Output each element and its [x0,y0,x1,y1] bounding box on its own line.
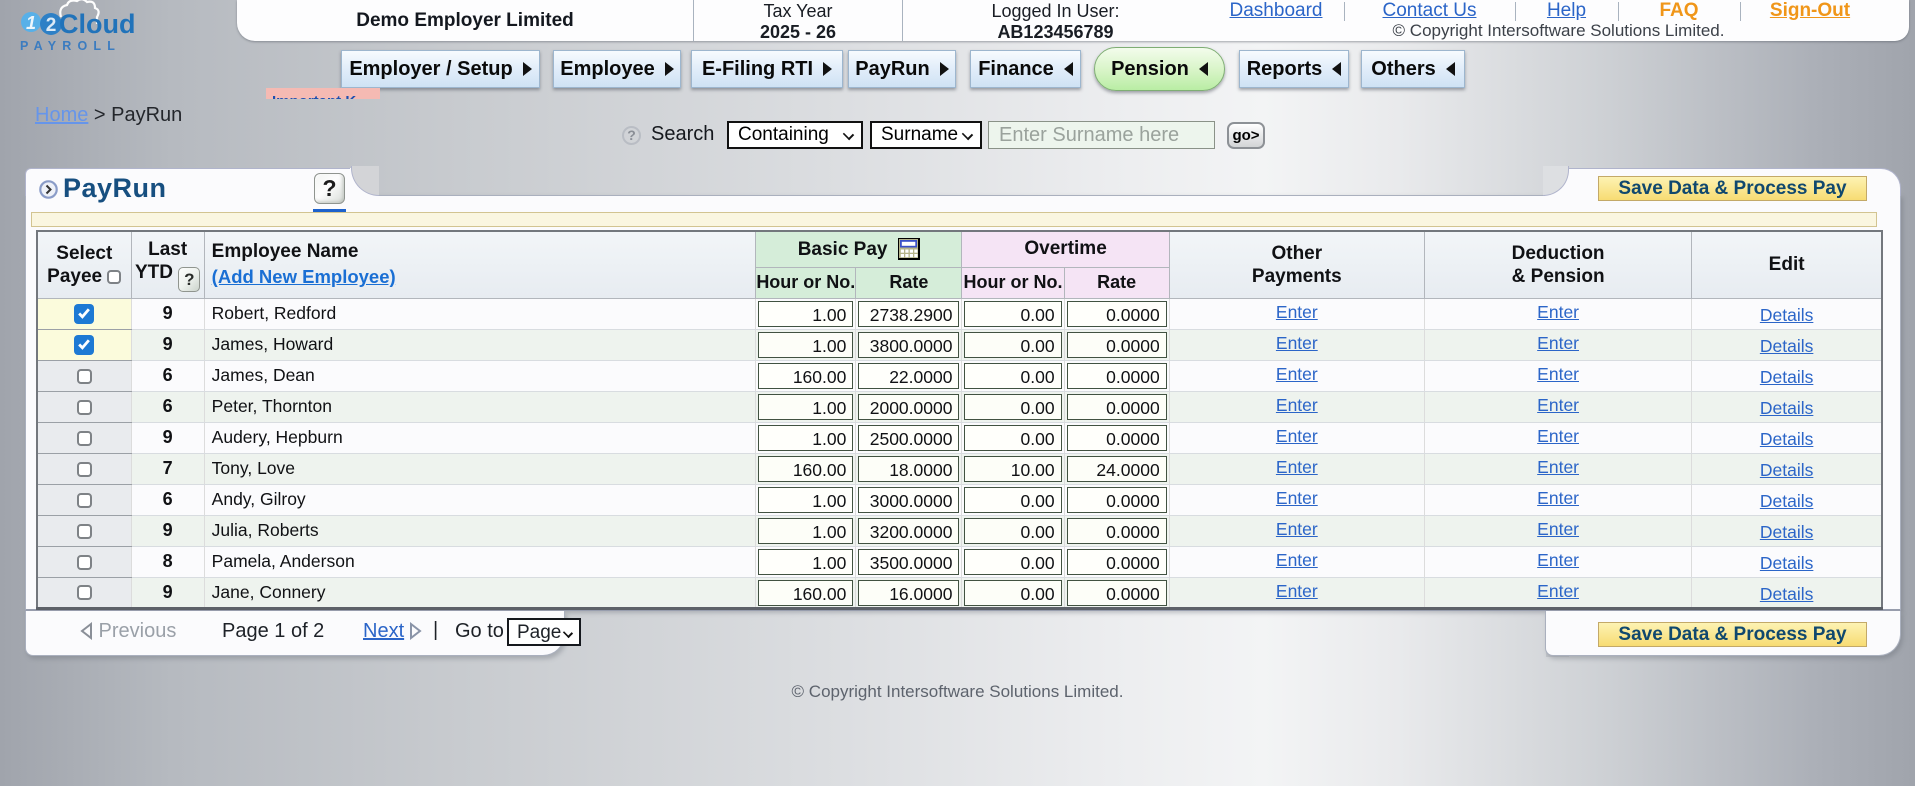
svg-text:Cloud: Cloud [59,9,135,39]
svg-text:2: 2 [46,15,57,36]
svg-text:PAYROLL: PAYROLL [20,39,121,53]
svg-text:1: 1 [26,13,36,33]
